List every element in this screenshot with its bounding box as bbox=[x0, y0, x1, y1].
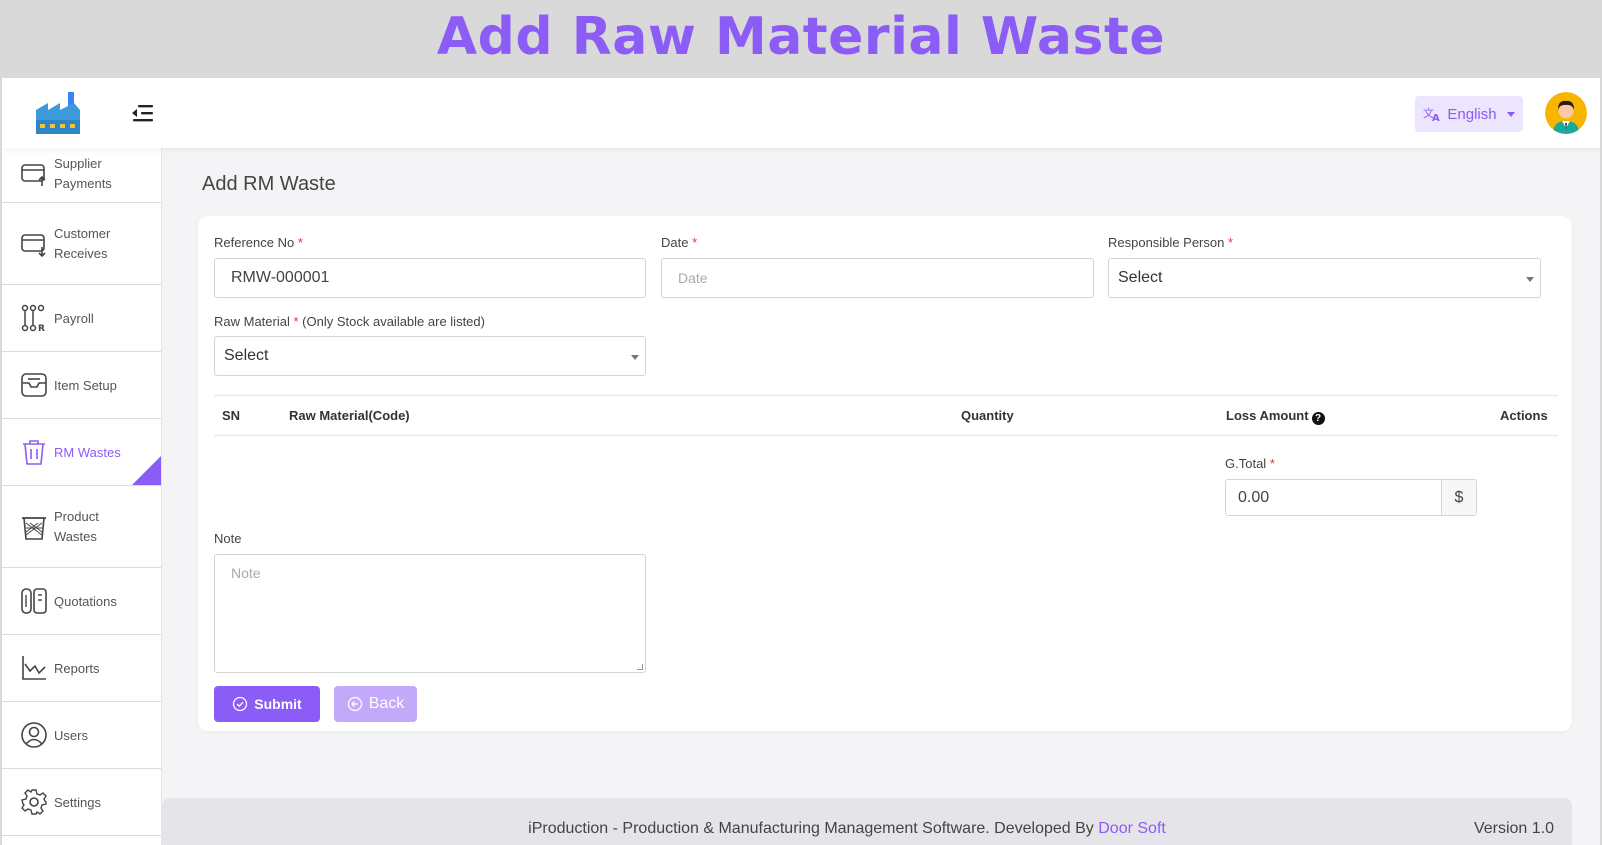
waste-items-table-header: SN Raw Material(Code) Quantity Loss Amou… bbox=[214, 395, 1558, 436]
raw-material-label: Raw Material * (Only Stock available are… bbox=[214, 314, 485, 329]
sidebar-item-settings[interactable]: Settings bbox=[2, 769, 161, 836]
page-banner: Add Raw Material Waste bbox=[0, 0, 1602, 78]
language-dropdown[interactable]: 文 A English bbox=[1415, 96, 1523, 132]
app-window: 文 A English Supplier Payments Customer Rec… bbox=[2, 78, 1600, 845]
column-sn: SN bbox=[222, 408, 241, 423]
sidebar-item-label: Settings bbox=[54, 795, 101, 810]
sidebar-item-supplier-payments[interactable]: Supplier Payments bbox=[2, 148, 161, 203]
payroll-icon: R bbox=[21, 304, 45, 332]
sidebar-item-label: Users bbox=[54, 728, 88, 743]
translate-icon: 文 A bbox=[1423, 106, 1440, 122]
resize-handle[interactable] bbox=[637, 664, 643, 670]
sidebar-item-rm-wastes[interactable]: RM Wastes bbox=[2, 419, 161, 486]
sidebar-item-label: Item Setup bbox=[54, 378, 117, 393]
supplier-payments-icon bbox=[21, 164, 46, 186]
sidebar-item-reports[interactable]: Reports bbox=[2, 635, 161, 702]
responsible-person-value: Select bbox=[1118, 269, 1163, 286]
developer-link[interactable]: Door Soft bbox=[1098, 820, 1166, 837]
sidebar-item-label: Supplier Payments bbox=[54, 156, 112, 191]
g-total-value: 0.00 bbox=[1238, 488, 1270, 506]
responsible-person-label: Responsible Person * bbox=[1108, 235, 1234, 250]
column-raw-material: Raw Material(Code) bbox=[289, 408, 410, 423]
sidebar-item-product-wastes[interactable]: Product Wastes bbox=[2, 486, 161, 568]
note-label: Note bbox=[214, 531, 242, 546]
sidebar-item-item-setup[interactable]: Item Setup bbox=[2, 352, 161, 419]
waste-basket-icon bbox=[22, 517, 46, 540]
arrow-left-circle-icon bbox=[347, 696, 362, 712]
note-placeholder: Note bbox=[231, 565, 261, 581]
footer-text: iProduction - Production & Manufacturing… bbox=[528, 820, 1166, 837]
date-input[interactable]: Date bbox=[661, 258, 1094, 298]
gear-icon bbox=[21, 789, 47, 815]
raw-material-select[interactable]: Select bbox=[214, 336, 646, 376]
dropdown-arrow-icon bbox=[1526, 277, 1534, 282]
user-icon bbox=[21, 722, 47, 748]
sidebar-item-quotations[interactable]: Quotations bbox=[2, 568, 161, 635]
sidebar-item-label: Payroll bbox=[54, 311, 94, 326]
sidebar-item-customer-receives[interactable]: Customer Receives bbox=[2, 203, 161, 285]
sidebar-item-label: Customer Receives bbox=[54, 226, 111, 261]
customer-receives-icon bbox=[21, 234, 46, 258]
menu-toggle-icon[interactable] bbox=[130, 102, 154, 124]
version-label: Version 1.0 bbox=[1473, 820, 1554, 837]
submit-label: Submit bbox=[254, 696, 302, 712]
sidebar-item-label: Reports bbox=[54, 661, 100, 676]
sidebar-item-label: Quotations bbox=[54, 594, 117, 609]
raw-material-value: Select bbox=[224, 347, 269, 364]
sidebar-item-label: RM Wastes bbox=[54, 445, 121, 460]
column-actions: Actions bbox=[1500, 408, 1548, 423]
banner-title: Add Raw Material Waste bbox=[436, 7, 1166, 67]
item-setup-icon bbox=[21, 373, 47, 397]
quotations-icon bbox=[21, 588, 47, 614]
currency-addon: $ bbox=[1441, 480, 1476, 515]
top-navbar: 文 A English bbox=[2, 78, 1600, 148]
reference-no-input[interactable]: RMW-000001 bbox=[214, 258, 646, 298]
factory-logo-icon[interactable] bbox=[34, 88, 82, 136]
column-loss-amount: Loss Amount? bbox=[1226, 408, 1325, 425]
footer: iProduction - Production & Manufacturing… bbox=[162, 798, 1572, 845]
date-label: Date * bbox=[661, 235, 698, 250]
chart-icon bbox=[22, 656, 46, 680]
g-total-input[interactable]: 0.00 $ bbox=[1225, 479, 1477, 516]
responsible-person-select[interactable]: Select bbox=[1108, 258, 1541, 298]
back-button[interactable]: Back bbox=[334, 686, 417, 722]
note-textarea[interactable]: Note bbox=[214, 554, 646, 673]
check-circle-icon bbox=[233, 696, 248, 712]
sidebar-item-users[interactable]: Users bbox=[2, 702, 161, 769]
reference-no-label: Reference No * bbox=[214, 235, 303, 250]
sidebar: Supplier Payments Customer Receives R Payr… bbox=[2, 148, 162, 845]
user-avatar[interactable] bbox=[1545, 92, 1587, 134]
language-label: English bbox=[1447, 105, 1497, 123]
chevron-down-icon bbox=[1506, 111, 1515, 117]
sidebar-item-payroll[interactable]: R Payroll bbox=[2, 285, 161, 352]
submit-button[interactable]: Submit bbox=[214, 686, 320, 722]
sidebar-item-label: Product Wastes bbox=[54, 509, 99, 544]
back-label: Back bbox=[368, 695, 405, 712]
dropdown-arrow-icon bbox=[631, 355, 639, 360]
svg-text:R: R bbox=[38, 324, 45, 332]
trash-icon bbox=[23, 440, 45, 465]
question-help-icon[interactable]: ? bbox=[1311, 412, 1325, 425]
svg-text:A: A bbox=[1432, 113, 1440, 122]
page-title: Add RM Waste bbox=[202, 173, 336, 195]
g-total-label: G.Total * bbox=[1225, 456, 1275, 471]
form-card: Reference No * RMW-000001 Date * Date Re… bbox=[198, 216, 1572, 731]
column-quantity: Quantity bbox=[961, 408, 1014, 423]
